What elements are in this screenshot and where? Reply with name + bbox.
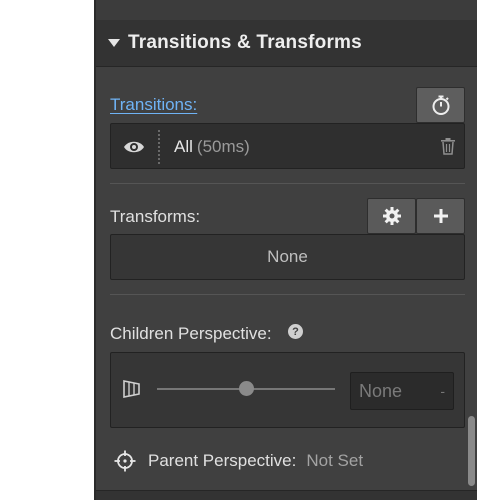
caret-down-icon xyxy=(108,39,120,47)
section-header[interactable]: Transitions & Transforms xyxy=(96,20,477,67)
drag-handle[interactable] xyxy=(158,130,162,164)
parent-perspective-label: Parent Perspective: xyxy=(148,451,297,470)
transforms-label: Transforms: xyxy=(110,207,201,226)
parent-perspective-value: Not Set xyxy=(306,451,364,470)
add-transition-button[interactable] xyxy=(416,87,465,123)
previous-section-edge xyxy=(96,0,477,21)
transforms-empty-value: None xyxy=(267,247,308,266)
parent-perspective-row[interactable]: Parent Perspective: Not Set xyxy=(114,448,363,474)
section-title: Transitions & Transforms xyxy=(128,32,362,53)
gear-icon xyxy=(382,207,401,225)
perspective-input-value: None xyxy=(359,380,403,401)
add-transform-button[interactable] xyxy=(416,198,465,234)
transition-item[interactable]: All (50ms) xyxy=(110,123,465,169)
plus-icon xyxy=(433,209,448,223)
transition-name: All (50ms) xyxy=(174,137,250,156)
style-panel: Transitions & Transforms Transitions: Al… xyxy=(94,0,477,500)
unit-selector[interactable]: - xyxy=(440,383,445,399)
transitions-label[interactable]: Transitions: xyxy=(110,95,197,115)
perspective-slider[interactable] xyxy=(157,381,335,396)
transforms-list: None xyxy=(110,234,465,280)
perspective-input[interactable]: None - xyxy=(350,372,454,410)
perspective-icon xyxy=(123,380,140,398)
divider xyxy=(110,294,465,295)
trash-icon[interactable] xyxy=(440,137,456,155)
transform-settings-button[interactable] xyxy=(367,198,416,234)
crosshair-icon xyxy=(114,450,136,472)
divider xyxy=(110,183,465,184)
children-perspective-control: None - xyxy=(110,352,465,428)
eye-icon[interactable] xyxy=(123,137,145,157)
next-section-edge xyxy=(96,490,477,500)
slider-thumb[interactable] xyxy=(239,381,254,396)
scrollbar[interactable] xyxy=(468,416,475,486)
children-perspective-label: Children Perspective: xyxy=(110,324,272,343)
stopwatch-icon xyxy=(432,95,449,115)
help-icon[interactable]: ? xyxy=(288,324,303,339)
transition-duration: (50ms) xyxy=(196,137,250,156)
